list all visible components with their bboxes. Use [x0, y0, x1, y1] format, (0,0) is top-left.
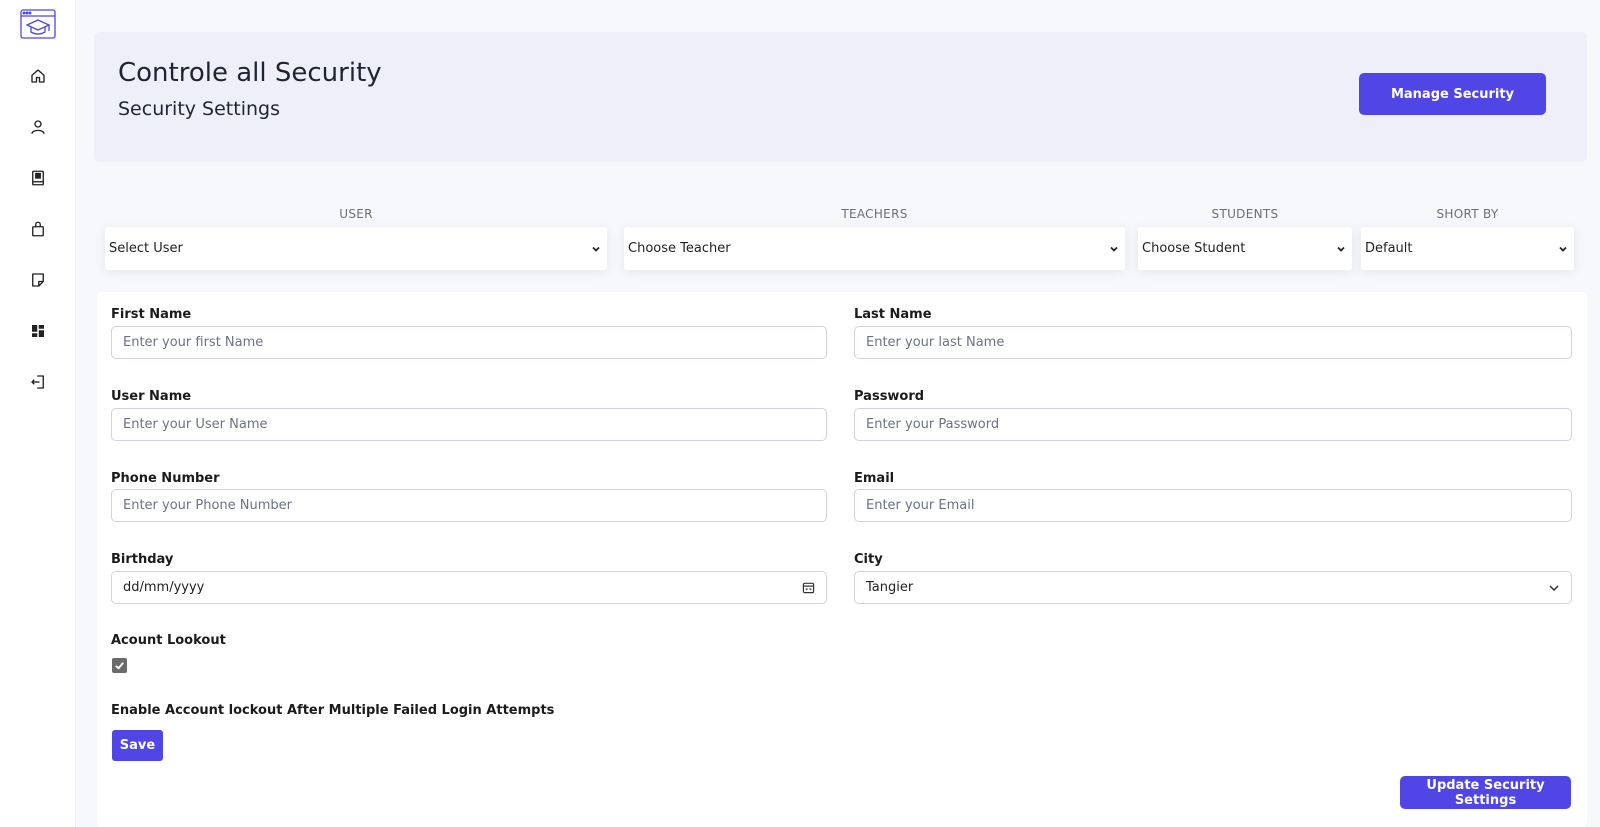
security-form: First Name Last Name User Name Password …	[97, 292, 1587, 827]
filter-label-students: STUDENTS	[1211, 207, 1279, 221]
phone-field[interactable]	[111, 489, 827, 522]
save-button[interactable]: Save	[112, 730, 163, 761]
book-icon[interactable]	[26, 166, 50, 190]
filter-label-sort: SHORT BY	[1436, 207, 1499, 221]
first-name-field[interactable]	[111, 326, 827, 359]
chevron-down-icon	[1110, 246, 1118, 252]
email-field[interactable]	[854, 489, 1572, 522]
student-select-value: Choose Student	[1142, 241, 1246, 256]
city-value: Tangier	[866, 580, 914, 595]
user-select-value: Select User	[109, 241, 183, 256]
calendar-icon[interactable]	[802, 581, 815, 594]
email-label: Email	[854, 471, 895, 486]
chevron-down-icon	[1337, 246, 1345, 252]
page-title: Controle all Security	[118, 58, 382, 88]
user-icon[interactable]	[26, 115, 50, 139]
logout-icon[interactable]	[26, 370, 50, 394]
sticky-note-icon[interactable]	[26, 268, 50, 292]
last-name-field[interactable]	[854, 326, 1572, 359]
phone-label: Phone Number	[111, 471, 220, 486]
chevron-down-icon	[1559, 246, 1567, 252]
account-lookout-checkbox[interactable]	[112, 658, 127, 673]
user-name-label: User Name	[111, 389, 192, 404]
chevron-down-icon	[1549, 584, 1559, 591]
password-label: Password	[854, 389, 925, 404]
graduation-cap-window-icon[interactable]	[19, 8, 57, 40]
account-lookout-label: Acount Lookout	[111, 633, 226, 648]
manage-security-button[interactable]: Manage Security	[1359, 73, 1546, 115]
user-name-field[interactable]	[111, 408, 827, 441]
user-select[interactable]: Select User	[105, 227, 607, 270]
birthday-value: dd/mm/yyyy	[123, 580, 205, 595]
first-name-label: First Name	[111, 307, 192, 322]
birthday-label: Birthday	[111, 552, 174, 567]
shopping-bag-icon[interactable]	[26, 217, 50, 241]
chevron-down-icon	[592, 246, 600, 252]
birthday-field[interactable]: dd/mm/yyyy	[111, 571, 827, 604]
password-field[interactable]	[854, 408, 1572, 441]
header-card: Controle all Security Security Settings …	[94, 32, 1587, 162]
filter-label-teachers: TEACHERS	[841, 207, 908, 221]
city-select[interactable]: Tangier	[854, 571, 1572, 604]
teacher-select-value: Choose Teacher	[628, 241, 731, 256]
sort-select[interactable]: Default	[1361, 227, 1574, 270]
student-select[interactable]: Choose Student	[1138, 227, 1352, 270]
sort-select-value: Default	[1365, 241, 1413, 256]
teacher-select[interactable]: Choose Teacher	[624, 227, 1125, 270]
dashboard-icon[interactable]	[26, 319, 50, 343]
update-security-settings-button[interactable]: Update Security Settings	[1400, 776, 1571, 809]
lockout-description: Enable Account lockout After Multiple Fa…	[111, 703, 555, 718]
filter-label-user: USER	[339, 207, 373, 221]
city-label: City	[854, 552, 883, 567]
sidebar	[0, 0, 76, 827]
last-name-label: Last Name	[854, 307, 932, 322]
home-icon[interactable]	[26, 64, 50, 88]
page-subtitle: Security Settings	[118, 98, 280, 120]
checkmark-icon	[115, 662, 124, 670]
